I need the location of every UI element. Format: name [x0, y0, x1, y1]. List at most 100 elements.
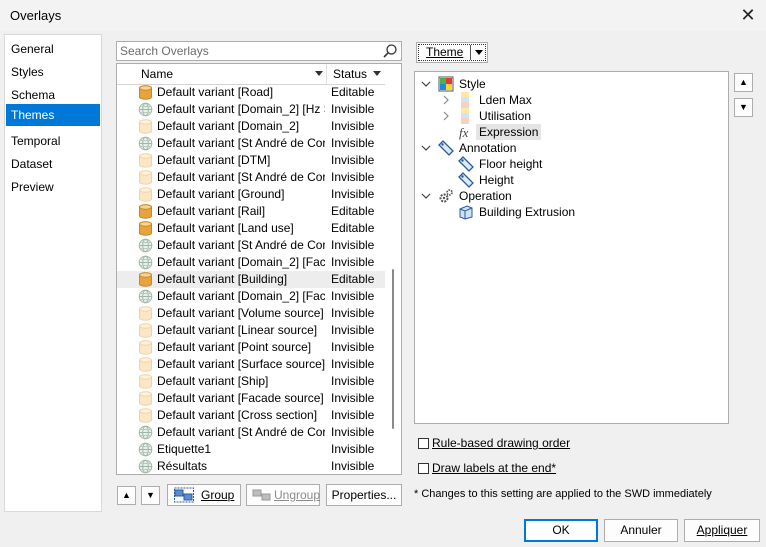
overlay-name: Default variant [St André de Corcy]	[157, 170, 325, 184]
list-item[interactable]: Default variant [Rail] Editable	[117, 203, 385, 220]
apply-button[interactable]: Appliquer	[684, 519, 760, 542]
list-item[interactable]: Default variant [Domain_2] [Hz Si... Invi…	[117, 101, 385, 118]
sidebar-item-general[interactable]: General	[6, 38, 100, 60]
gears-icon	[438, 188, 454, 204]
overlay-status: Invisible	[331, 170, 375, 184]
overlay-list[interactable]: Name Status Default variant [Road] Editab…	[116, 63, 402, 475]
list-item[interactable]: Default variant [Cross section] Invisible	[117, 407, 385, 424]
list-item[interactable]: Default variant [Ship] Invisible	[117, 373, 385, 390]
list-item[interactable]: Default variant [Point source] Invisible	[117, 339, 385, 356]
draw-labels-label[interactable]: Draw labels at the end*	[432, 461, 556, 475]
overlay-status: Editable	[331, 272, 375, 286]
tree-node[interactable]: Floor height	[441, 156, 715, 172]
overlay-name: Default variant [Surface source]	[157, 357, 325, 371]
column-header-name[interactable]: Name	[135, 64, 327, 84]
list-item[interactable]: Default variant [Domain_2] [Faca... Invis…	[117, 288, 385, 305]
overlay-name: Default variant [St André de Corc...	[157, 425, 325, 439]
overlay-status: Invisible	[331, 255, 375, 269]
window-title: Overlays	[10, 8, 62, 23]
list-scrollbar[interactable]	[385, 64, 401, 474]
overlay-name: Etiquette1	[157, 442, 212, 456]
chevron-down-icon[interactable]	[421, 188, 431, 204]
list-item[interactable]: Default variant [DTM] Invisible	[117, 152, 385, 169]
list-item[interactable]: Etiquette1 Invisible	[117, 441, 385, 458]
sidebar-item-styles[interactable]: Styles	[6, 61, 100, 83]
sidebar-item-temporal[interactable]: Temporal	[6, 130, 100, 152]
list-item[interactable]: Default variant [St André de Corc... Invi…	[117, 135, 385, 152]
list-item[interactable]: Default variant [Land use] Editable	[117, 220, 385, 237]
tree-node[interactable]: Style	[421, 76, 715, 92]
rule-based-checkbox[interactable]	[418, 438, 429, 449]
search-icon[interactable]	[382, 43, 398, 59]
overlay-status: Invisible	[331, 340, 375, 354]
overlay-status: Invisible	[331, 306, 375, 320]
sidebar-nav: General Styles Schema Themes Temporal Da…	[4, 34, 102, 512]
tag-icon	[458, 172, 474, 188]
tree-node[interactable]: Lden Max	[441, 92, 715, 108]
list-item[interactable]: Default variant [Volume source] Invisible	[117, 305, 385, 322]
sidebar-item-preview[interactable]: Preview	[6, 176, 100, 198]
move-down-button[interactable]: ▼	[141, 486, 160, 505]
title-bar: Overlays ✕	[0, 0, 766, 31]
tree-node[interactable]: Operation	[421, 188, 715, 204]
tree-node[interactable]: Height	[441, 172, 715, 188]
close-icon[interactable]: ✕	[738, 5, 758, 25]
tree-node[interactable]: Building Extrusion	[441, 204, 715, 220]
rule-based-label[interactable]: Rule-based drawing order	[432, 436, 570, 450]
list-item[interactable]: Default variant [Domain_2] Invisible	[117, 118, 385, 135]
list-item[interactable]: Default variant [Facade source] Invisible	[117, 390, 385, 407]
list-item[interactable]: Default variant [Road] Editable	[117, 84, 385, 101]
list-item[interactable]: Default variant [Ground] Invisible	[117, 186, 385, 203]
globe-icon	[138, 425, 153, 440]
group-button[interactable]: Group	[167, 484, 241, 506]
overlay-name: Default variant [Facade source]	[157, 391, 324, 405]
chevron-down-icon[interactable]	[421, 76, 431, 92]
cancel-button[interactable]: Annuler	[604, 519, 678, 542]
properties-button[interactable]: Properties...	[326, 484, 402, 506]
building-icon	[458, 204, 474, 220]
overlay-status: Editable	[331, 204, 375, 218]
list-item[interactable]: Default variant [Linear source] Invisible	[117, 322, 385, 339]
sidebar-item-themes[interactable]: Themes	[6, 104, 100, 126]
chevron-down-icon[interactable]	[421, 140, 431, 156]
style-palette-icon	[438, 76, 454, 92]
theme-move-down-button[interactable]: ▼	[734, 98, 753, 117]
status-filter-icon[interactable]	[373, 71, 381, 76]
sidebar-item-dataset[interactable]: Dataset	[6, 153, 100, 175]
tree-node-label: Floor height	[479, 157, 543, 171]
globe-icon	[138, 238, 153, 253]
tree-node-label: Annotation	[459, 141, 517, 155]
list-item[interactable]: Default variant [Domain_2] [Faca... Invis…	[117, 254, 385, 271]
name-filter-icon[interactable]	[315, 71, 323, 76]
sidebar-item-schema[interactable]: Schema	[6, 84, 100, 106]
move-up-button[interactable]: ▲	[117, 486, 136, 505]
globe-icon	[138, 442, 153, 457]
list-item[interactable]: Default variant [Surface source] Invisibl…	[117, 356, 385, 373]
chevron-right-icon[interactable]	[441, 92, 451, 108]
tree-node[interactable]: fx Expression	[441, 124, 715, 140]
theme-tree[interactable]: Style Lden Max Utilisation fx Expression Anno…	[414, 71, 729, 424]
ok-button[interactable]: OK	[524, 519, 598, 542]
scrollbar-thumb[interactable]	[392, 269, 394, 429]
overlay-status: Invisible	[331, 136, 375, 150]
overlay-name: Default variant [Ship]	[157, 374, 269, 388]
overlay-name: Default variant [Road]	[157, 85, 274, 99]
list-item[interactable]: Default variant [St André de Corc... Invi…	[117, 237, 385, 254]
search-input[interactable]	[117, 42, 375, 60]
list-item[interactable]: Default variant [St André de Corc... Invi…	[117, 424, 385, 441]
draw-labels-checkbox[interactable]	[418, 463, 429, 474]
theme-dropdown-button[interactable]: Theme	[416, 42, 488, 63]
list-item[interactable]: Résultats Invisible	[117, 458, 385, 474]
database-faded-icon	[138, 187, 153, 202]
theme-move-up-button[interactable]: ▲	[734, 73, 753, 92]
list-item[interactable]: Default variant [St André de Corcy] Invis…	[117, 169, 385, 186]
overlay-status: Invisible	[331, 374, 375, 388]
tree-node[interactable]: Utilisation	[441, 108, 715, 124]
database-icon	[138, 85, 153, 100]
database-icon	[138, 272, 153, 287]
database-faded-icon	[138, 153, 153, 168]
list-item[interactable]: Default variant [Building] Editable	[117, 271, 385, 288]
overlay-name: Default variant [St André de Corc...	[157, 136, 325, 150]
tree-node[interactable]: Annotation	[421, 140, 715, 156]
chevron-right-icon[interactable]	[441, 108, 451, 124]
